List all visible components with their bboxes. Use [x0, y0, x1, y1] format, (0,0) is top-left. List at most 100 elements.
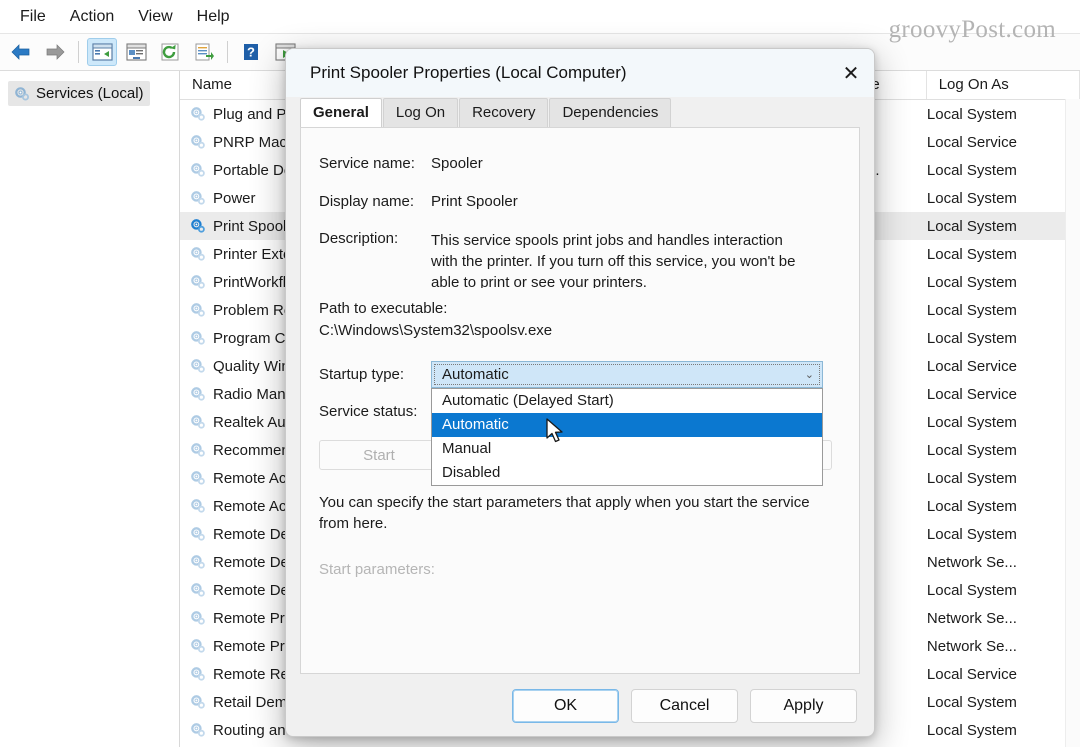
startup-type-label: Startup type:: [319, 366, 405, 383]
startup-type-dropdown-list: Automatic (Delayed Start) Automatic Manual…: [431, 388, 823, 486]
tree-node-services-local[interactable]: Services (Local): [8, 81, 150, 106]
console-tree-pane: Services (Local): [0, 71, 180, 747]
export-list-icon[interactable]: [189, 38, 219, 66]
service-logon-cell: Local Service: [926, 133, 1017, 151]
service-gear-icon: [190, 246, 206, 262]
startup-type-row: Startup type: Automatic ⌄ Automatic (Del…: [301, 361, 859, 486]
menu-item-help[interactable]: Help: [185, 5, 242, 29]
ok-button[interactable]: OK: [512, 689, 619, 723]
description-field[interactable]: This service spools print jobs and handl…: [431, 230, 801, 288]
startup-type-combobox[interactable]: Automatic ⌄: [431, 361, 823, 388]
service-gear-icon: [190, 554, 206, 570]
startup-option-automatic-delayed-start[interactable]: Automatic (Delayed Start): [432, 389, 822, 413]
watermark: groovyPost.com: [888, 16, 1056, 43]
service-gear-icon: [190, 414, 206, 430]
service-logon-cell: Local Service: [926, 665, 1017, 683]
dialog-title-bar: Print Spooler Properties (Local Computer…: [286, 49, 874, 97]
service-logon-cell: Network Se...: [926, 609, 1017, 627]
menu-item-action[interactable]: Action: [58, 5, 126, 29]
back-arrow-icon[interactable]: [6, 38, 36, 66]
dialog-tab-strip: General Log On Recovery Dependencies: [286, 97, 874, 127]
service-gear-icon: [190, 722, 206, 738]
service-logon-cell: Local System: [926, 189, 1017, 207]
dialog-footer: OK Cancel Apply: [286, 688, 874, 724]
path-to-executable-value: C:\Windows\System32\spoolsv.exe: [319, 322, 553, 339]
start-parameters-help-text: You can specify the start parameters tha…: [319, 494, 810, 532]
cancel-button[interactable]: Cancel: [631, 689, 738, 723]
service-gear-icon: [190, 162, 206, 178]
display-name-field[interactable]: Print Spooler: [431, 193, 518, 210]
path-to-executable-label: Path to executable:: [319, 300, 448, 317]
service-gear-icon: [190, 218, 206, 234]
service-gear-icon: [190, 526, 206, 542]
tab-recovery[interactable]: Recovery: [459, 97, 549, 127]
tab-general[interactable]: General: [300, 97, 382, 127]
toolbar-separator-2: [227, 41, 228, 63]
service-logon-cell: Local System: [926, 329, 1017, 347]
service-name-row: Service name: Spooler: [301, 155, 859, 172]
service-gear-icon: [190, 274, 206, 290]
service-name-label: Service name:: [319, 155, 415, 172]
service-logon-cell: Network Se...: [926, 553, 1017, 571]
service-gear-icon: [190, 330, 206, 346]
tab-dependencies[interactable]: Dependencies: [549, 97, 672, 127]
service-gear-icon: [190, 582, 206, 598]
menu-item-file[interactable]: File: [8, 5, 58, 29]
toolbar-separator-1: [78, 41, 79, 63]
general-tab-panel: Service name: Spooler Display name: Prin…: [300, 127, 860, 674]
close-icon[interactable]: ✕: [828, 50, 874, 96]
service-gear-icon: [190, 190, 206, 206]
service-gear-icon: [190, 358, 206, 374]
refresh-icon[interactable]: [155, 38, 185, 66]
startup-type-combobox-wrap: Automatic ⌄ Automatic (Delayed Start) Aut…: [431, 361, 823, 486]
service-name-value: Spooler: [431, 155, 483, 172]
description-row: Description: This service spools print j…: [301, 230, 859, 288]
service-logon-cell: Local System: [926, 245, 1017, 263]
service-logon-cell: Local System: [926, 105, 1017, 123]
print-spooler-properties-dialog: Print Spooler Properties (Local Computer…: [285, 48, 875, 737]
display-name-label: Display name:: [319, 193, 415, 210]
service-logon-cell: Local System: [926, 721, 1017, 739]
service-logon-cell: Local System: [926, 161, 1017, 179]
startup-option-automatic[interactable]: Automatic: [432, 413, 822, 437]
startup-option-manual[interactable]: Manual: [432, 437, 822, 461]
service-gear-icon: [190, 470, 206, 486]
service-logon-cell: Local Service: [926, 357, 1017, 375]
service-gear-icon: [190, 498, 206, 514]
help-icon[interactable]: ?: [236, 38, 266, 66]
menu-item-view[interactable]: View: [126, 5, 184, 29]
service-logon-cell: Local System: [926, 693, 1017, 711]
service-gear-icon: [190, 302, 206, 318]
service-logon-cell: Local System: [926, 581, 1017, 599]
service-gear-icon: [190, 610, 206, 626]
service-name-text: Power: [213, 189, 256, 207]
service-logon-cell: Local System: [926, 413, 1017, 431]
service-gear-icon: [190, 694, 206, 710]
svg-text:?: ?: [247, 45, 255, 60]
service-gear-icon: [190, 442, 206, 458]
service-gear-icon: [190, 638, 206, 654]
list-vertical-scrollbar[interactable]: [1065, 99, 1080, 747]
column-header-log-on-as[interactable]: Log On As: [927, 71, 1080, 99]
path-row: Path to executable: C:\Windows\System32\…: [301, 300, 859, 339]
service-logon-cell: Network Se...: [926, 637, 1017, 655]
service-logon-cell: Local System: [926, 273, 1017, 291]
service-logon-cell: Local System: [926, 497, 1017, 515]
chevron-down-icon: ⌄: [804, 369, 814, 381]
show-hide-console-tree-icon[interactable]: [87, 38, 117, 66]
tree-node-label: Services (Local): [36, 85, 144, 102]
apply-button[interactable]: Apply: [750, 689, 857, 723]
start-parameters-label: Start parameters:: [319, 561, 435, 578]
forward-arrow-icon[interactable]: [40, 38, 70, 66]
service-gear-icon: [190, 106, 206, 122]
services-gear-icon: [14, 86, 30, 102]
service-gear-icon: [190, 134, 206, 150]
dialog-title: Print Spooler Properties (Local Computer…: [310, 63, 627, 82]
service-gear-icon: [190, 386, 206, 402]
description-label: Description:: [319, 230, 399, 247]
startup-option-disabled[interactable]: Disabled: [432, 461, 822, 485]
properties-icon[interactable]: [121, 38, 151, 66]
service-gear-icon: [190, 666, 206, 682]
tab-log-on[interactable]: Log On: [382, 97, 459, 127]
start-service-button: Start: [319, 440, 439, 470]
